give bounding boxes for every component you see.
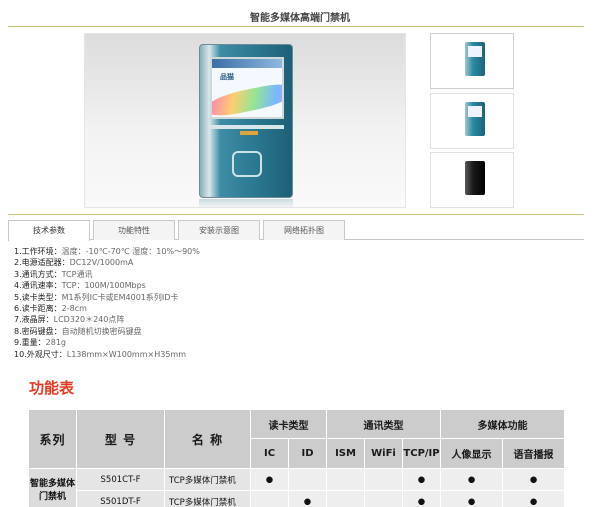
header-card-type: 读卡类型 [250, 409, 327, 439]
title-divider [8, 26, 584, 27]
screen-logo: 品猫 [220, 73, 234, 81]
function-table: 系列 型 号 名 称 读卡类型 通讯类型 多媒体功能 IC ID ISM WiF… [28, 409, 566, 507]
tab-bar: 技术参数 功能特性 安装示意图 网络拓扑图 [8, 220, 584, 241]
tab-network-topology[interactable]: 网络拓扑图 [263, 220, 345, 240]
mark-cell: ● [502, 490, 566, 507]
spec-item: 10.外观尺寸：L138mm×W100mm×H35mm [14, 349, 186, 359]
mark-cell: ● [401, 468, 442, 491]
mark-cell [250, 490, 289, 507]
header-series: 系列 [28, 409, 77, 469]
name-cell: TCP多媒体门禁机 [164, 468, 251, 491]
tab-tech-specs[interactable]: 技术参数 [8, 220, 90, 241]
series-cell: 智能多媒体门禁机 [28, 468, 77, 507]
mark-cell: ● [440, 468, 504, 491]
mark-cell [364, 468, 403, 491]
mark-cell: ● [440, 490, 504, 507]
header-id: ID [288, 438, 327, 469]
page-title: 智能多媒体高端门禁机 [250, 13, 350, 24]
function-table-title: 功能表 [29, 379, 75, 397]
spec-item: 3.通讯方式：TCP通讯 [14, 269, 93, 279]
thumbnail-2[interactable] [430, 93, 514, 149]
spec-item: 5.读卡类型：M1系列IC卡或EM4001系列ID卡 [14, 292, 179, 302]
table-row: S501DT-F TCP多媒体门禁机 ● ● ● ● [29, 490, 566, 507]
mark-cell: ● [401, 490, 442, 507]
spec-item: 7.液晶屏：LCD320＊240点阵 [14, 315, 125, 325]
name-cell: TCP多媒体门禁机 [164, 490, 251, 507]
device-screen: 品猫 [210, 57, 284, 119]
card-reader-area [232, 151, 262, 177]
mark-cell: ● [502, 468, 566, 491]
spec-item: 4.通讯速率：TCP：100M/100Mbps [14, 281, 146, 291]
mark-cell [364, 490, 403, 507]
header-name: 名 称 [164, 409, 251, 469]
header-ic: IC [250, 438, 289, 469]
spec-item: 6.读卡距离：2-8cm [14, 304, 87, 314]
mark-cell [326, 490, 365, 507]
thumbnail-1[interactable] [430, 33, 514, 89]
table-row: 智能多媒体门禁机 S501CT-F TCP多媒体门禁机 ● ● ● ● [28, 468, 566, 507]
mark-cell [288, 468, 327, 491]
spec-item: 9.重量：281g [14, 338, 66, 348]
mark-cell: ● [288, 490, 327, 507]
header-tcpip: TCP/IP [401, 438, 442, 469]
tab-installation[interactable]: 安装示意图 [178, 220, 260, 240]
header-comm-type: 通讯类型 [325, 409, 442, 439]
spec-item: 2.电源适配器：DC12V/1000mA [14, 258, 134, 268]
model-cell: S501CT-F [76, 468, 165, 491]
tab-features[interactable]: 功能特性 [93, 220, 175, 240]
header-portrait-display: 人像显示 [440, 438, 504, 469]
spec-item: 8.密码键盘：自动随机切换密码键盘 [14, 326, 142, 336]
gallery-divider [8, 214, 584, 215]
model-cell: S501DT-F [76, 490, 165, 507]
mark-cell: ● [250, 468, 289, 491]
thumbnail-3[interactable] [430, 152, 514, 208]
header-ism: ISM [326, 438, 365, 469]
mark-cell [326, 468, 365, 491]
spec-list: 1.工作环境：温度：-10℃-70℃ 湿度：10%～90% 2.电源适配器：DC… [14, 246, 574, 360]
header-multimedia: 多媒体功能 [440, 409, 566, 439]
header-voice-broadcast: 语音播报 [502, 438, 566, 469]
spec-item: 1.工作环境：温度：-10℃-70℃ 湿度：10%～90% [14, 247, 200, 256]
main-product-photo[interactable]: 品猫 [84, 33, 406, 208]
header-model: 型 号 [76, 409, 165, 469]
access-terminal-image: 品猫 [199, 44, 293, 198]
header-wifi: WiFi [364, 438, 403, 469]
